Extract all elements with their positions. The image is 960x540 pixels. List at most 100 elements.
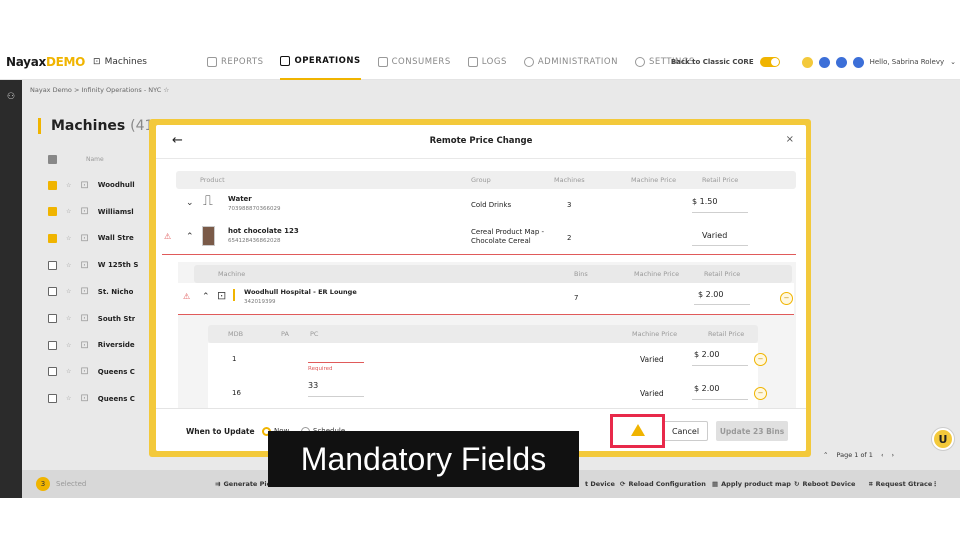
chevron-up-icon[interactable]: ⌃ — [823, 451, 828, 459]
machine-name[interactable]: South Str — [98, 315, 135, 323]
machine-list-row[interactable]: ☆ ⊡ South Str — [48, 306, 154, 332]
modal-header: ← Remote Price Change × — [156, 125, 806, 159]
prev-page-icon[interactable]: ‹ — [881, 451, 884, 459]
device-action[interactable]: t Device — [585, 470, 615, 498]
brand-logo[interactable]: NayaxDEMO — [6, 55, 85, 69]
star-icon[interactable]: ☆ — [66, 262, 71, 269]
chevron-down-icon[interactable]: ⌄ — [186, 198, 194, 208]
chevron-up-icon[interactable]: ⌃ — [202, 292, 210, 302]
required-error: Required — [308, 366, 333, 372]
machine-name[interactable]: W 125th S — [98, 261, 139, 269]
star-icon[interactable]: ☆ — [66, 342, 71, 349]
machine-list-row[interactable]: ☆ ⊡ Queens C — [48, 359, 154, 385]
row-checkbox[interactable] — [48, 367, 57, 377]
machine-icon: ⊡ — [80, 339, 89, 351]
product-row[interactable]: ⌄ ⎍ Water 703988870366029 Cold Drinks 3 … — [176, 191, 796, 221]
more-actions-icon[interactable]: ⋮ — [932, 470, 939, 498]
retail-price-input[interactable]: $ 1.50 — [692, 197, 717, 206]
machine-name[interactable]: Woodhull — [98, 181, 135, 189]
retail-price-input[interactable]: $ 2.00 — [694, 350, 719, 359]
row-checkbox[interactable] — [48, 180, 57, 190]
row-checkbox[interactable] — [48, 394, 57, 404]
row-checkbox[interactable] — [48, 287, 57, 297]
breadcrumb-org[interactable]: Nayax Demo — [30, 86, 72, 94]
machine-list-row[interactable]: ☆ ⊡ Williamsl — [48, 199, 154, 225]
breadcrumb-path[interactable]: Infinity Operations - NYC — [82, 86, 162, 94]
operations-icon — [280, 56, 291, 66]
machine-list-row[interactable]: ☆ ⊡ Riverside — [48, 332, 154, 358]
reboot-device-action[interactable]: ↻ Reboot Device — [794, 470, 855, 498]
machine-name[interactable]: Queens C — [98, 368, 135, 376]
help-icon[interactable] — [852, 56, 864, 68]
chevron-down-icon[interactable]: ⌄ — [950, 58, 956, 66]
chevron-up-icon[interactable]: ⌃ — [186, 232, 194, 242]
nav-reports[interactable]: REPORTS — [207, 44, 263, 80]
machine-name[interactable]: Wall Stre — [98, 234, 134, 242]
row-checkbox[interactable] — [48, 207, 57, 217]
machine-icon: ⊡ — [80, 313, 89, 324]
generate-pic-action[interactable]: ⇉ Generate Pic — [215, 470, 270, 498]
assistant-icon[interactable]: U — [932, 428, 954, 450]
reload-configuration-action[interactable]: ⟳ Reload Configuration — [620, 470, 706, 498]
user-greeting[interactable]: Hello, Sabrina Rolevy — [870, 58, 945, 66]
close-icon[interactable]: × — [786, 134, 794, 145]
star-icon[interactable]: ☆ — [66, 315, 71, 322]
edit-price-icon[interactable]: − — [780, 292, 793, 305]
nav-operations[interactable]: OPERATIONS — [280, 44, 361, 80]
left-sidebar: ⚇ — [0, 80, 22, 498]
star-icon[interactable]: ☆ — [66, 235, 71, 242]
machine-list-row[interactable]: ☆ ⊡ Wall Stre — [48, 225, 154, 251]
row-checkbox[interactable] — [48, 314, 57, 323]
machine-list-row[interactable]: ☆ ⊡ St. Nicho — [48, 279, 154, 305]
request-gtrace-action[interactable]: ⌗ Request Gtrace — [869, 470, 932, 498]
cancel-button[interactable]: Cancel — [663, 421, 708, 441]
back-to-classic-link[interactable]: Back to Classic CORE — [671, 58, 754, 66]
edit-price-icon[interactable]: − — [754, 353, 767, 366]
machine-list-row[interactable]: ☆ ⊡ Woodhull — [48, 172, 154, 198]
search-icon[interactable] — [818, 56, 830, 68]
apply-product-map-action[interactable]: ▦ Apply product map — [712, 470, 791, 498]
globe-icon[interactable] — [835, 56, 847, 68]
nav-administration[interactable]: ADMINISTRATION — [523, 44, 618, 80]
bottle-icon: ⎍ — [203, 193, 213, 209]
academy-icon[interactable] — [801, 56, 813, 68]
pc-input[interactable]: 33 — [308, 381, 318, 390]
star-icon[interactable]: ☆ — [66, 288, 71, 295]
reports-icon — [207, 57, 217, 67]
star-icon[interactable]: ☆ — [66, 368, 71, 375]
retail-price-input[interactable]: Varied — [702, 231, 727, 240]
warning-icon[interactable] — [631, 424, 645, 436]
star-icon[interactable]: ☆ — [66, 182, 71, 189]
selected-label: Selected — [56, 480, 87, 488]
machine-list-row[interactable]: ☆ ⊡ W 125th S — [48, 252, 154, 278]
vending-machine-icon: ⊡ — [217, 289, 227, 302]
star-icon[interactable]: ☆ — [66, 208, 71, 215]
star-icon[interactable]: ☆ — [66, 395, 71, 402]
machine-list-row[interactable]: ☆ ⊡ Queens C — [48, 386, 154, 412]
org-tree-icon[interactable]: ⚇ — [0, 92, 22, 102]
product-row-expanded[interactable]: ⚠ ⌃ hot chocolate 123 654128436862028 Ce… — [162, 223, 796, 255]
breadcrumb: Nayax Demo > Infinity Operations - NYC ☆ — [30, 86, 170, 94]
warning-icon: ⚠ — [164, 232, 172, 241]
nav-logs[interactable]: LOGS — [467, 44, 507, 80]
machine-name[interactable]: Queens C — [98, 395, 135, 403]
nav-consumers[interactable]: CONSUMERS — [377, 44, 451, 80]
machine-name[interactable]: Riverside — [98, 341, 135, 349]
row-checkbox[interactable] — [48, 233, 57, 243]
update-bins-button[interactable]: Update 23 Bins — [716, 421, 788, 441]
retail-price-input[interactable]: $ 2.00 — [694, 384, 719, 393]
row-checkbox[interactable] — [48, 260, 57, 270]
pc-input[interactable] — [308, 347, 364, 359]
edit-price-icon[interactable]: − — [754, 387, 767, 400]
classic-toggle[interactable] — [759, 57, 780, 67]
machine-name[interactable]: St. Nicho — [98, 288, 134, 296]
machine-row[interactable]: ⚠ ⌃ ⊡ Woodhull Hospital - ER Lounge 3420… — [178, 283, 794, 315]
machine-name[interactable]: Williamsl — [98, 208, 134, 216]
select-all-checkbox[interactable] — [48, 154, 57, 164]
row-checkbox[interactable] — [48, 340, 57, 350]
star-icon[interactable]: ☆ — [163, 86, 169, 94]
section-title: ⊡ Machines — [93, 56, 147, 67]
next-page-icon[interactable]: › — [892, 451, 895, 459]
retail-price-input[interactable]: $ 2.00 — [698, 290, 723, 299]
page-title: Machines (41) — [38, 118, 159, 134]
